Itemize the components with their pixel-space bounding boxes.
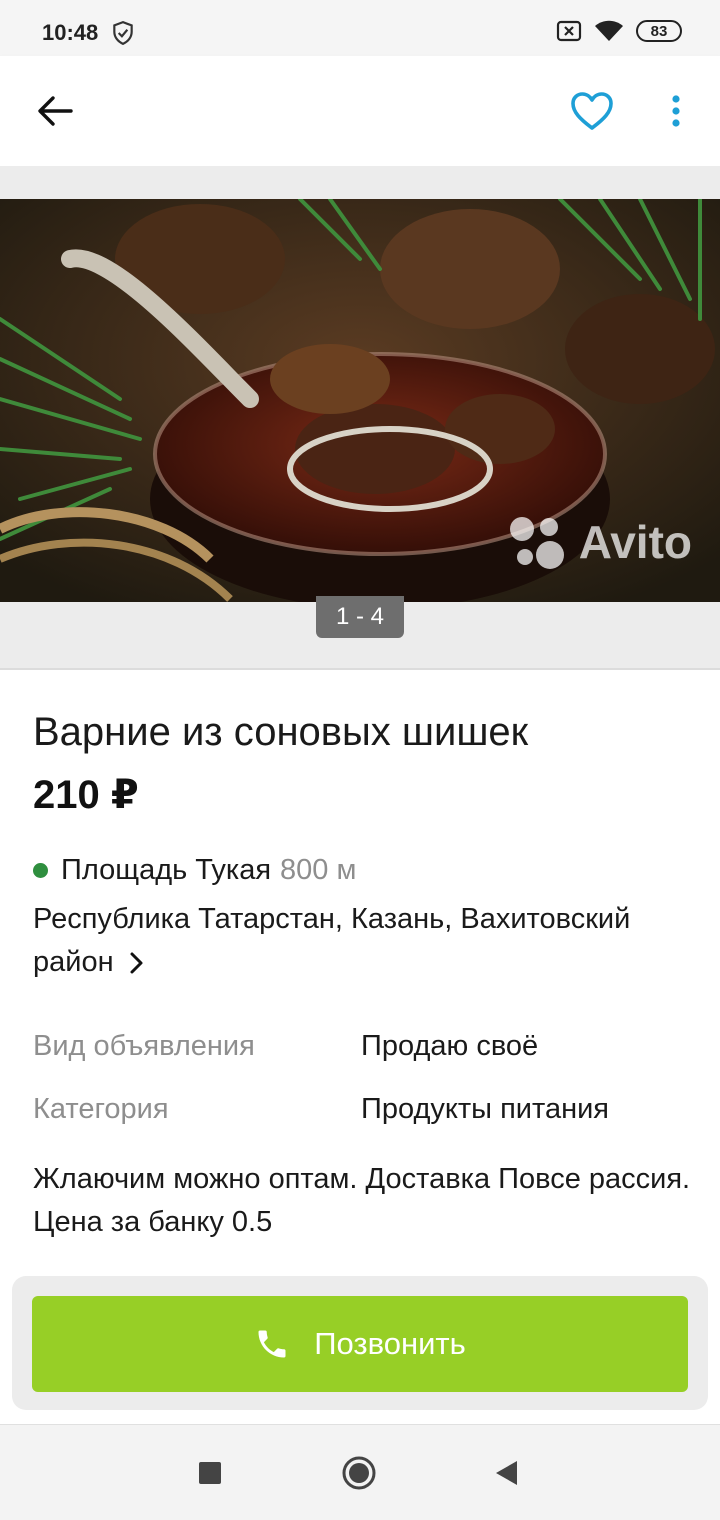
chevron-right-icon xyxy=(130,952,143,974)
arrow-left-icon xyxy=(38,96,73,126)
sim-off-icon xyxy=(556,20,582,42)
favorite-button[interactable] xyxy=(566,86,618,136)
system-nav-bar xyxy=(0,1424,720,1520)
back-triangle-icon xyxy=(496,1461,517,1485)
more-options-button[interactable] xyxy=(656,86,696,136)
battery-icon: 83 xyxy=(636,20,682,42)
metro-station: Площадь Тукая 800 м xyxy=(33,854,356,887)
listing-title: Варние из соновых шишек xyxy=(33,710,529,754)
status-time: 10:48 xyxy=(42,20,99,45)
param-value: Продукты питания xyxy=(361,1093,609,1125)
shield-icon xyxy=(113,21,133,46)
recent-apps-icon xyxy=(199,1462,221,1484)
wifi-icon xyxy=(595,20,623,41)
listing-photo[interactable]: Avito xyxy=(0,199,720,602)
metro-station-name: Площадь Тукая xyxy=(61,854,272,886)
param-label: Категория xyxy=(33,1093,169,1125)
phone-icon xyxy=(258,1330,286,1358)
app-bar xyxy=(0,56,720,166)
address-link[interactable]: Республика Татарстан, Казань, Вахитовски… xyxy=(33,898,693,984)
avito-logo-icon xyxy=(509,517,564,569)
status-icons: 83 xyxy=(556,20,682,42)
metro-distance: 800 м xyxy=(280,854,357,886)
call-panel: Позвонить xyxy=(12,1276,708,1410)
address-text: Республика Татарстан, Казань, Вахитовски… xyxy=(33,903,631,978)
call-button[interactable]: Позвонить xyxy=(32,1296,688,1392)
back-nav-button[interactable] xyxy=(484,1451,528,1495)
battery-level: 83 xyxy=(650,22,668,40)
photo-counter: 1 - 4 xyxy=(316,596,404,638)
watermark: Avito xyxy=(505,510,692,574)
metro-line-dot xyxy=(33,863,48,878)
listing-price: 210 ₽ xyxy=(33,773,139,817)
photo-gallery[interactable]: Avito 1 - 4 xyxy=(0,166,720,670)
param-value: Продаю своё xyxy=(361,1030,539,1062)
param-label: Вид объявления xyxy=(33,1030,255,1062)
listing-description: Жлаючим можно оптам. Доставка Повсе расс… xyxy=(33,1163,691,1238)
heart-outline-icon xyxy=(571,92,613,130)
home-icon xyxy=(342,1456,376,1490)
recent-apps-button[interactable] xyxy=(188,1451,232,1495)
watermark-text: Avito xyxy=(578,516,692,568)
home-button[interactable] xyxy=(337,1451,381,1495)
back-button[interactable] xyxy=(30,86,80,136)
more-vertical-icon xyxy=(672,95,680,127)
status-bar: 10:48 83 xyxy=(0,0,720,56)
call-button-label: Позвонить xyxy=(314,1326,466,1361)
